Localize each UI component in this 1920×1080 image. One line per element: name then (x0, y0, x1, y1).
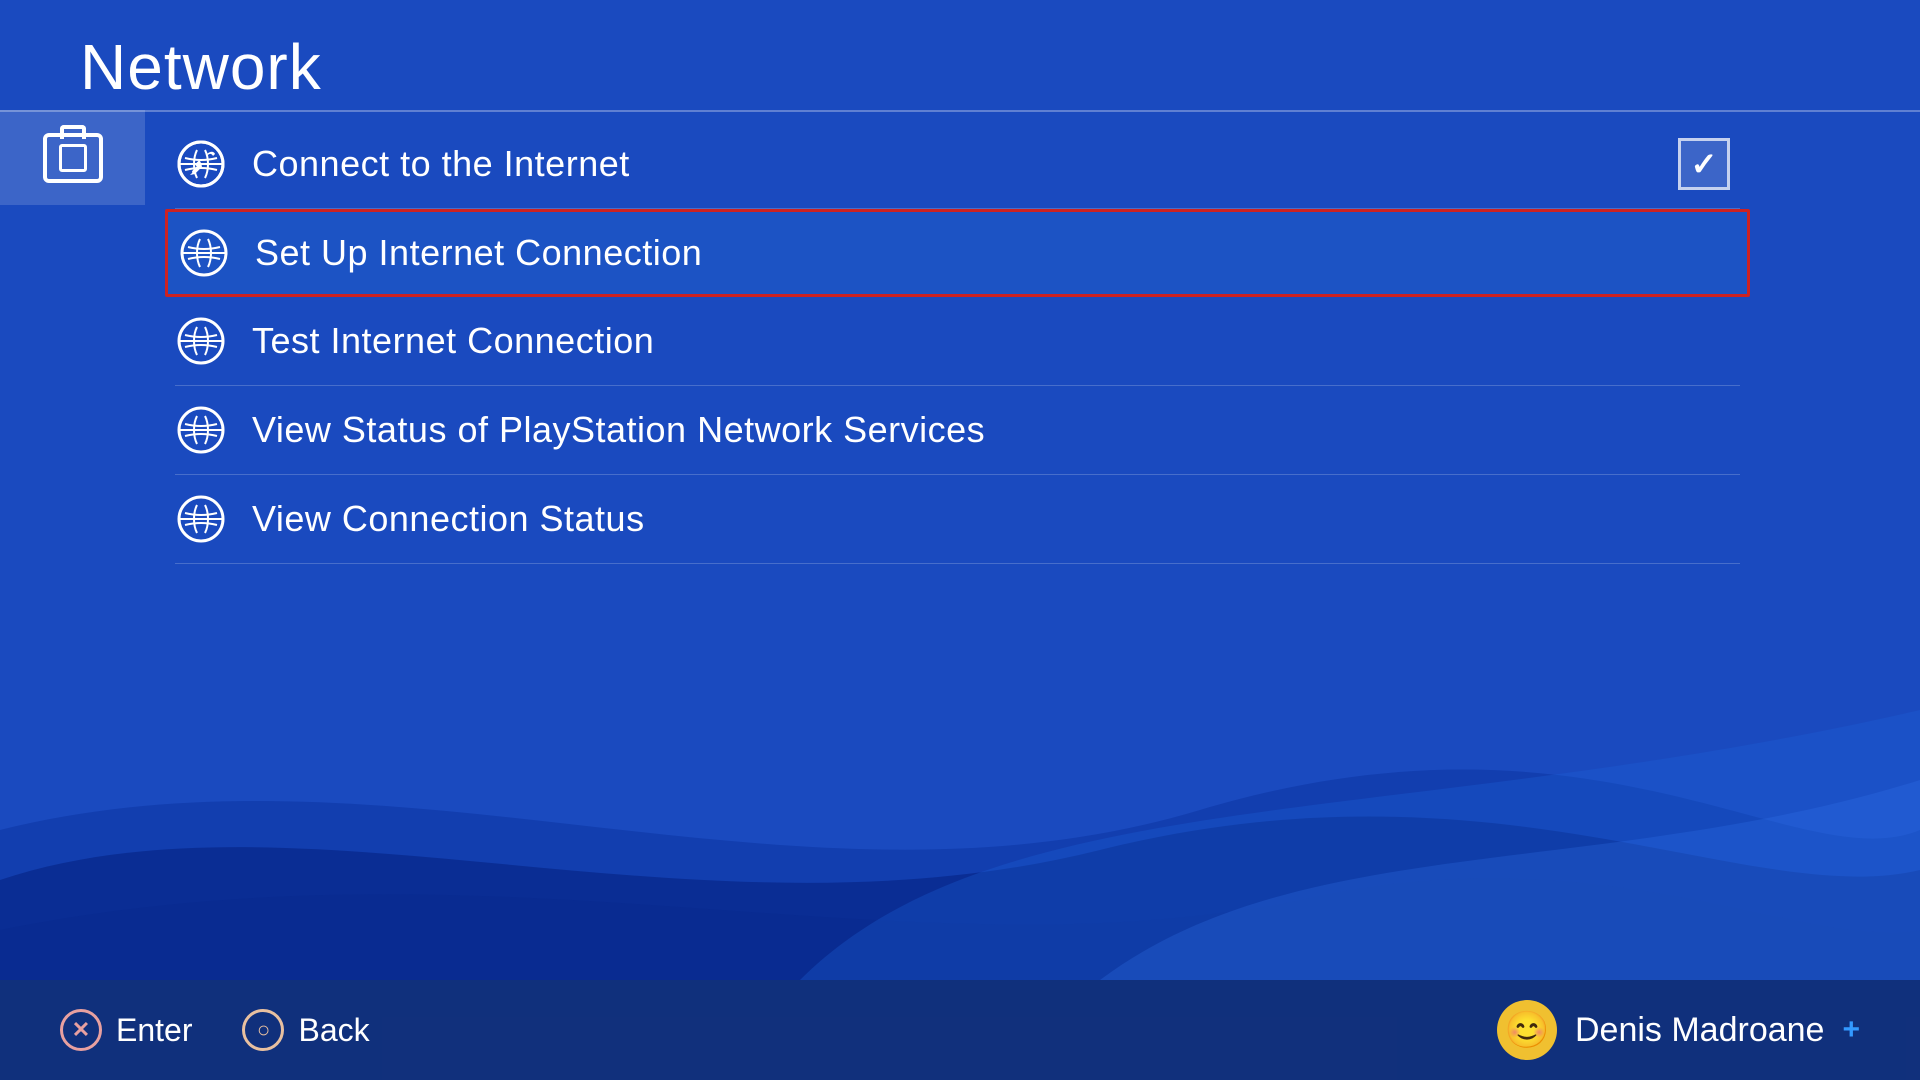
menu-item-test-internet[interactable]: Test Internet Connection (175, 297, 1740, 386)
ps-plus-icon: + (1842, 1013, 1860, 1047)
menu-item-psn-status[interactable]: View Status of PlayStation Network Servi… (175, 386, 1740, 475)
checkmark-icon: ✓ (1691, 145, 1718, 183)
setup-internet-label: Set Up Internet Connection (255, 232, 702, 274)
screenshot-icon-box (0, 110, 145, 205)
top-separator (0, 110, 1920, 112)
bottom-controls-left: ✕ Enter ○ Back (60, 1009, 370, 1051)
o-icon: ○ (257, 1017, 270, 1043)
menu-item-connection-status[interactable]: View Connection Status (175, 475, 1740, 564)
background-waves (0, 630, 1920, 980)
bottom-right: 😊 Denis Madroane + (1497, 1000, 1860, 1060)
x-icon: ✕ (72, 1017, 90, 1043)
enter-label: Enter (116, 1012, 192, 1049)
avatar-emoji: 😊 (1505, 1009, 1550, 1051)
screenshot-icon (43, 133, 103, 183)
psn-status-label: View Status of PlayStation Network Servi… (252, 409, 985, 451)
screenshot-icon-inner (59, 144, 87, 172)
wrench-icon-1 (175, 138, 227, 190)
page-title: Network (80, 30, 322, 104)
menu-container: Connect to the Internet ✓ Set Up Interne… (175, 120, 1740, 564)
back-label: Back (298, 1012, 369, 1049)
bottom-bar: ✕ Enter ○ Back 😊 Denis Madroane + (0, 980, 1920, 1080)
connect-internet-checkbox[interactable]: ✓ (1678, 138, 1730, 190)
username: Denis Madroane (1575, 1011, 1824, 1050)
menu-item-setup-internet[interactable]: Set Up Internet Connection (165, 209, 1750, 297)
menu-item-connect-internet[interactable]: Connect to the Internet ✓ (175, 120, 1740, 209)
back-control: ○ Back (242, 1009, 369, 1051)
test-internet-label: Test Internet Connection (252, 320, 654, 362)
wrench-icon-3 (175, 315, 227, 367)
connection-status-label: View Connection Status (252, 498, 645, 540)
connect-internet-label: Connect to the Internet (252, 143, 630, 185)
wrench-icon-2 (178, 227, 230, 279)
o-button[interactable]: ○ (242, 1009, 284, 1051)
x-button[interactable]: ✕ (60, 1009, 102, 1051)
wrench-icon-5 (175, 493, 227, 545)
enter-control: ✕ Enter (60, 1009, 192, 1051)
wrench-icon-4 (175, 404, 227, 456)
avatar: 😊 (1497, 1000, 1557, 1060)
